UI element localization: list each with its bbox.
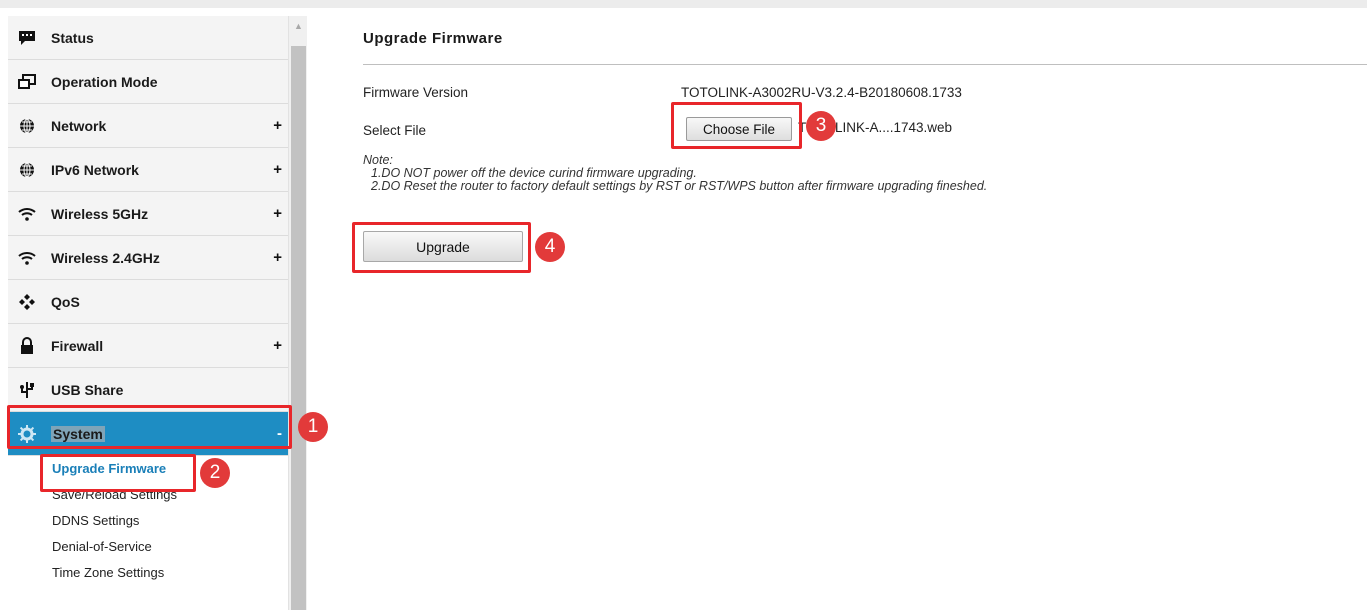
chat-bubble-icon [17,28,37,48]
usb-icon [17,380,37,400]
sidebar-item-label: Operation Mode [51,73,158,90]
scroll-up-arrow-icon[interactable]: ▲ [289,20,308,32]
collapse-icon[interactable]: - [277,425,282,442]
submenu-item-ddns-settings[interactable]: DDNS Settings [8,508,288,534]
sidebar-item-label: System [51,425,105,442]
globe-icon [17,116,37,136]
sidebar-item-wireless-2-4ghz[interactable]: Wireless 2.4GHz + [8,236,288,280]
sidebar-item-firewall[interactable]: Firewall + [8,324,288,368]
submenu-item-time-zone-settings[interactable]: Time Zone Settings [8,560,288,586]
sidebar: Status Operation Mode Network + IPv6 Net… [0,8,308,610]
sidebar-item-ipv6-network[interactable]: IPv6 Network + [8,148,288,192]
expand-icon[interactable]: + [273,205,282,222]
title-divider [363,64,1367,65]
firmware-version-label: Firmware Version [363,85,469,100]
expand-icon[interactable]: + [273,161,282,178]
sidebar-menu: Status Operation Mode Network + IPv6 Net… [8,16,288,456]
sidebar-item-label: Network [51,117,107,134]
sidebar-item-label: USB Share [51,381,124,398]
system-submenu: Upgrade Firmware Save/Reload Settings DD… [8,456,288,586]
choose-file-button[interactable]: Choose File [686,117,792,141]
step-badge-3: 3 [806,111,836,141]
expand-icon[interactable]: + [273,117,282,134]
note-block: Note: 1.DO NOT power off the device curi… [363,154,987,193]
sidebar-item-label: Wireless 5GHz [51,205,149,222]
diamonds-icon [17,292,37,312]
sidebar-item-status[interactable]: Status [8,16,288,60]
sidebar-item-label: QoS [51,293,80,310]
wifi-icon [17,204,37,224]
sidebar-item-label: Wireless 2.4GHz [51,249,160,266]
page-title: Upgrade Firmware [363,30,503,47]
wifi-icon [17,248,37,268]
globe-icon [17,160,37,180]
submenu-item-upgrade-firmware[interactable]: Upgrade Firmware [8,456,288,482]
expand-icon[interactable]: + [273,337,282,354]
submenu-item-save-reload-settings[interactable]: Save/Reload Settings [8,482,288,508]
windows-icon [17,72,37,92]
step-badge-1: 1 [298,412,328,442]
lock-icon [17,336,37,356]
main-content: Upgrade Firmware Firmware Version TOTOLI… [308,8,1367,610]
step-badge-2: 2 [200,458,230,488]
sidebar-item-usb-share[interactable]: USB Share [8,368,288,412]
upgrade-button[interactable]: Upgrade [363,231,523,262]
note-title: Note: [363,153,393,167]
sidebar-scrollbar[interactable]: ▲ [288,16,307,610]
sidebar-item-qos[interactable]: QoS [8,280,288,324]
sidebar-item-label: Status [51,29,94,46]
gear-icon [17,424,37,444]
sidebar-item-label: Firewall [51,337,104,354]
sidebar-item-label: IPv6 Network [51,161,139,178]
sidebar-item-wireless-5ghz[interactable]: Wireless 5GHz + [8,192,288,236]
top-bar [0,0,1367,8]
submenu-item-denial-of-service[interactable]: Denial-of-Service [8,534,288,560]
select-file-label: Select File [363,123,427,138]
step-badge-4: 4 [535,232,565,262]
firmware-version-value: TOTOLINK-A3002RU-V3.2.4-B20180608.1733 [681,85,962,100]
sidebar-item-network[interactable]: Network + [8,104,288,148]
sidebar-item-operation-mode[interactable]: Operation Mode [8,60,288,104]
expand-icon[interactable]: + [273,249,282,266]
scrollbar-thumb[interactable] [291,46,306,610]
sidebar-item-system[interactable]: System - [8,412,288,456]
note-line-2: 2.DO Reset the router to factory default… [371,179,988,193]
